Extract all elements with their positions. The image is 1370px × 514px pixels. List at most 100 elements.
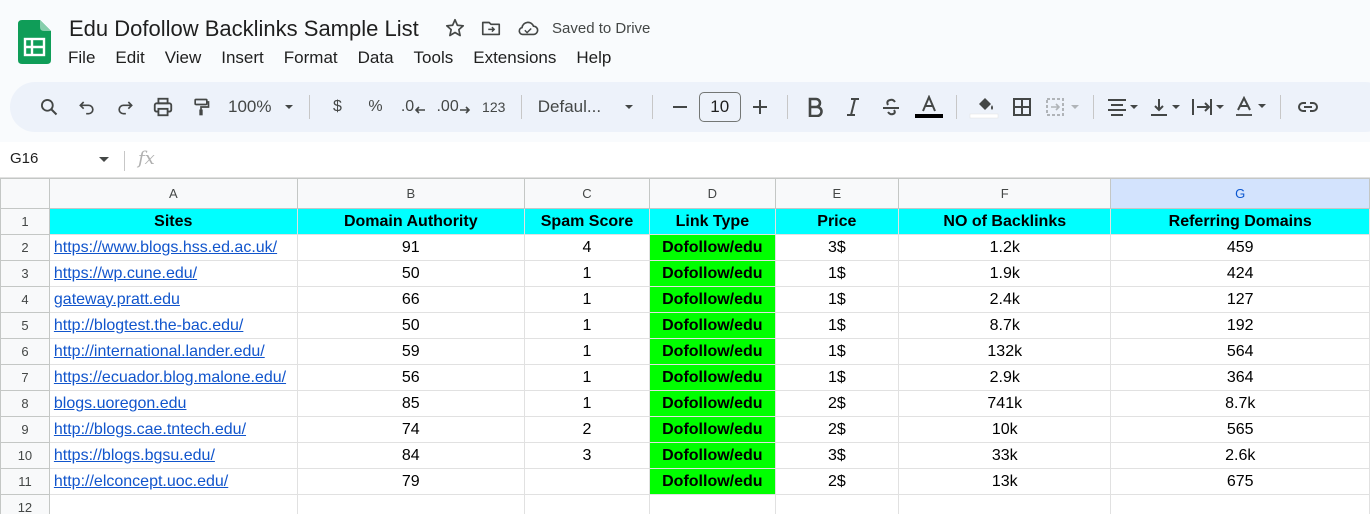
table-cell[interactable]: 2.4k: [898, 286, 1112, 313]
menu-help[interactable]: Help: [566, 46, 621, 70]
table-cell[interactable]: 8.7k: [898, 312, 1112, 339]
link-type-cell[interactable]: Dofollow/edu: [649, 442, 776, 469]
table-cell[interactable]: 74: [296, 416, 525, 443]
text-wrap-button[interactable]: [1190, 90, 1226, 124]
table-cell[interactable]: 84: [296, 442, 525, 469]
table-cell[interactable]: Price: [774, 208, 900, 235]
table-cell[interactable]: 1$: [774, 338, 900, 365]
table-cell[interactable]: 4: [523, 234, 651, 261]
undo-button[interactable]: [72, 90, 102, 124]
row-header[interactable]: 12: [0, 494, 50, 514]
table-cell[interactable]: 50: [296, 260, 525, 287]
table-cell[interactable]: 2$: [774, 468, 900, 495]
row-header[interactable]: 2: [0, 234, 50, 261]
site-link-cell[interactable]: https://wp.cune.edu/: [48, 260, 298, 287]
row-header[interactable]: 6: [0, 338, 50, 365]
horizontal-align-button[interactable]: [1106, 90, 1140, 124]
table-cell[interactable]: 565: [1110, 416, 1370, 443]
menu-insert[interactable]: Insert: [211, 46, 274, 70]
table-cell[interactable]: 1$: [774, 260, 900, 287]
table-cell[interactable]: 1: [523, 312, 651, 339]
chevron-down-icon[interactable]: [98, 156, 110, 164]
row-header[interactable]: 5: [0, 312, 50, 339]
menu-view[interactable]: View: [155, 46, 212, 70]
site-link-cell[interactable]: http://blogtest.the-bac.edu/: [48, 312, 298, 339]
menu-edit[interactable]: Edit: [105, 46, 154, 70]
star-icon[interactable]: [444, 17, 466, 39]
search-button[interactable]: [34, 90, 64, 124]
insert-link-button[interactable]: [1293, 90, 1323, 124]
table-cell[interactable]: 1.9k: [898, 260, 1112, 287]
table-cell[interactable]: 66: [296, 286, 525, 313]
table-cell[interactable]: [649, 494, 776, 514]
table-cell[interactable]: 192: [1110, 312, 1370, 339]
column-header-d[interactable]: D: [649, 178, 776, 209]
italic-button[interactable]: [838, 90, 868, 124]
font-size-input[interactable]: 10: [698, 92, 741, 122]
table-cell[interactable]: NO of Backlinks: [898, 208, 1112, 235]
currency-format-button[interactable]: $: [322, 90, 352, 124]
table-cell[interactable]: [48, 494, 298, 514]
table-cell[interactable]: [296, 494, 525, 514]
table-cell[interactable]: 8.7k: [1110, 390, 1370, 417]
table-cell[interactable]: 1$: [774, 286, 900, 313]
table-cell[interactable]: [523, 494, 651, 514]
column-header-c[interactable]: C: [523, 178, 651, 209]
site-link-cell[interactable]: gateway.pratt.edu: [48, 286, 298, 313]
table-cell[interactable]: 564: [1110, 338, 1370, 365]
paint-format-button[interactable]: [186, 90, 216, 124]
table-cell[interactable]: 3$: [774, 442, 900, 469]
link-type-cell[interactable]: Dofollow/edu: [649, 234, 776, 261]
table-cell[interactable]: 1.2k: [898, 234, 1112, 261]
row-header[interactable]: 8: [0, 390, 50, 417]
site-link-cell[interactable]: http://elconcept.uoc.edu/: [48, 468, 298, 495]
table-cell[interactable]: 1: [523, 260, 651, 287]
table-cell[interactable]: 1: [523, 286, 651, 313]
table-cell[interactable]: Referring Domains: [1110, 208, 1370, 235]
table-cell[interactable]: 127: [1110, 286, 1370, 313]
site-link-cell[interactable]: https://blogs.bgsu.edu/: [48, 442, 298, 469]
bold-button[interactable]: [800, 90, 830, 124]
table-cell[interactable]: Spam Score: [523, 208, 651, 235]
site-link-cell[interactable]: http://blogs.cae.tntech.edu/: [48, 416, 298, 443]
select-all-corner[interactable]: [0, 178, 50, 209]
fill-color-button[interactable]: [969, 90, 999, 124]
link-type-cell[interactable]: Dofollow/edu: [649, 468, 776, 495]
menu-format[interactable]: Format: [274, 46, 348, 70]
menu-file[interactable]: File: [58, 46, 105, 70]
table-cell[interactable]: 424: [1110, 260, 1370, 287]
table-cell[interactable]: 1$: [774, 364, 900, 391]
table-cell[interactable]: 33k: [898, 442, 1112, 469]
table-cell[interactable]: [774, 494, 900, 514]
cloud-saved-icon[interactable]: [516, 17, 540, 39]
table-cell[interactable]: 2$: [774, 416, 900, 443]
percent-format-button[interactable]: %: [360, 90, 390, 124]
row-header[interactable]: 11: [0, 468, 50, 495]
table-cell[interactable]: Sites: [48, 208, 298, 235]
redo-button[interactable]: [110, 90, 140, 124]
increase-decimal-button[interactable]: .00: [436, 90, 470, 124]
table-cell[interactable]: 132k: [898, 338, 1112, 365]
table-cell[interactable]: 91: [296, 234, 525, 261]
merge-cells-button[interactable]: [1045, 90, 1081, 124]
text-rotation-button[interactable]: [1234, 90, 1268, 124]
row-header[interactable]: 7: [0, 364, 50, 391]
link-type-cell[interactable]: Dofollow/edu: [649, 312, 776, 339]
table-cell[interactable]: 85: [296, 390, 525, 417]
table-cell[interactable]: 741k: [898, 390, 1112, 417]
row-header[interactable]: 3: [0, 260, 50, 287]
sheets-logo-icon[interactable]: [18, 20, 51, 64]
site-link-cell[interactable]: https://www.blogs.hss.ed.ac.uk/: [48, 234, 298, 261]
column-header-a[interactable]: A: [48, 178, 298, 209]
row-header[interactable]: 9: [0, 416, 50, 443]
move-folder-icon[interactable]: [480, 17, 502, 39]
column-header-f[interactable]: F: [898, 178, 1112, 209]
table-cell[interactable]: 3: [523, 442, 651, 469]
text-color-button[interactable]: [914, 90, 944, 124]
borders-button[interactable]: [1007, 90, 1037, 124]
menu-data[interactable]: Data: [348, 46, 404, 70]
decrease-decimal-button[interactable]: .0: [398, 90, 428, 124]
site-link-cell[interactable]: blogs.uoregon.edu: [48, 390, 298, 417]
decrease-font-size-button[interactable]: [665, 90, 695, 124]
menu-extensions[interactable]: Extensions: [463, 46, 566, 70]
